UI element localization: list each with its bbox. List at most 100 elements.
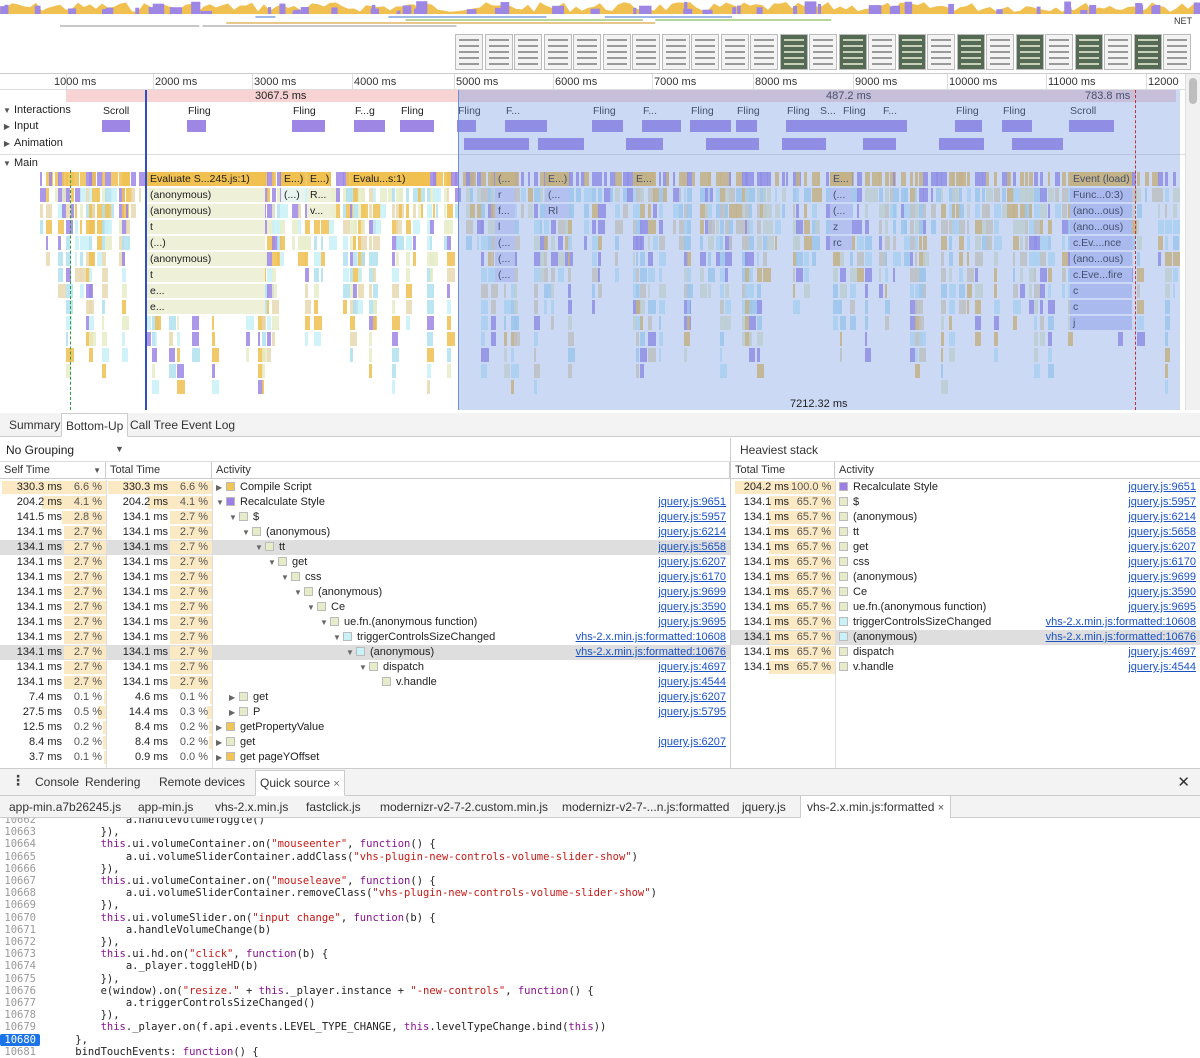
interaction-label[interactable]: Fling [185, 104, 211, 118]
table-row[interactable]: 134.1 ms 2.7 % 134.1 ms 2.7 % ▼ (anonymous) jq… [0, 585, 730, 600]
file-tab[interactable]: fastclick.js [306, 796, 361, 818]
screenshot-thumbnail[interactable] [1045, 34, 1073, 70]
source-link[interactable]: jquery.js:6207 [1036, 540, 1196, 555]
screenshot-thumbnail[interactable] [484, 34, 513, 70]
dropdown-arrow-icon[interactable]: ▼ [115, 444, 124, 454]
screenshot-thumbnail[interactable] [1015, 34, 1044, 70]
flame-scrollbar[interactable] [1185, 74, 1200, 410]
screenshot-thumbnail[interactable] [543, 34, 572, 70]
code-line[interactable]: 10665 a.ui.volumeSliderContainer.addClas… [0, 851, 1200, 863]
table-row[interactable]: 134.1 ms 2.7 % 134.1 ms 2.7 % v.handle jquery… [0, 675, 730, 690]
track-main[interactable]: ▼ Main [0, 157, 38, 169]
line-number[interactable]: 10666 [0, 863, 40, 875]
table-row[interactable]: 134.1 ms 65.7 % $ jquery.js:5957 [731, 495, 1200, 510]
line-number[interactable]: 10667 [0, 875, 40, 887]
screenshot-thumbnail[interactable] [1104, 34, 1132, 70]
flame-chart[interactable]: 3067.5 ms 487.2 ms 783.8 ms ▼ Interaction… [0, 90, 1185, 410]
code-line[interactable]: 10681 bindTouchEvents: function() { [0, 1046, 1200, 1058]
table-row[interactable]: 134.1 ms 2.7 % 134.1 ms 2.7 % ▼ Ce jquery.js:3… [0, 600, 730, 615]
code-line[interactable]: 10662 a.handleVolumeToggle() [0, 818, 1200, 826]
tree-toggle-icon[interactable]: ▶ [216, 750, 226, 765]
flame-call-frame[interactable]: v... [307, 204, 331, 218]
time-ruler[interactable]: 1000 ms 2000 ms 3000 ms 4000 ms 5000 ms … [0, 74, 1185, 90]
source-link[interactable]: jquery.js:9651 [526, 495, 726, 510]
tree-toggle-icon[interactable]: ▼ [242, 525, 252, 540]
file-tab[interactable]: vhs-2.x.min.js [215, 796, 288, 818]
screenshot-thumbnail[interactable] [1074, 34, 1103, 70]
screenshot-thumbnail[interactable] [750, 34, 778, 70]
flame-call-frame[interactable]: (...) [281, 188, 305, 202]
source-link[interactable]: jquery.js:5957 [1036, 495, 1196, 510]
tree-toggle-icon[interactable]: ▼ [346, 645, 356, 660]
input-event[interactable] [102, 120, 130, 132]
code-line[interactable]: 10677 a.triggerControlsSizeChanged() [0, 997, 1200, 1009]
flame-call-frame[interactable]: (...) [147, 236, 265, 250]
flame-call-frame[interactable]: E...) [307, 172, 331, 186]
file-tab[interactable]: modernizr-v2-7-2.custom.min.js [380, 796, 548, 818]
flame-call-frame[interactable]: (anonymous) [147, 252, 265, 266]
line-number[interactable]: 10672 [0, 936, 40, 948]
code-line[interactable]: 10666 }), [0, 863, 1200, 875]
screenshot-thumbnail[interactable] [1133, 34, 1162, 70]
source-link[interactable]: jquery.js:6207 [526, 735, 726, 750]
code-line[interactable]: 10663 }), [0, 826, 1200, 838]
tree-toggle-icon[interactable]: ▼ [229, 510, 239, 525]
line-number[interactable]: 10674 [0, 960, 40, 972]
grouping-select[interactable]: No Grouping [6, 443, 74, 457]
code-line[interactable]: 10672 }), [0, 936, 1200, 948]
code-line[interactable]: 10679 this._player.on(f.api.events.LEVEL… [0, 1021, 1200, 1033]
table-row[interactable]: 134.1 ms 65.7 % v.handle jquery.js:4544 [731, 660, 1200, 675]
source-link[interactable]: jquery.js:4697 [1036, 645, 1196, 660]
code-line[interactable]: 10670 this.ui.volumeSlider.on("input cha… [0, 912, 1200, 924]
file-tab[interactable]: jquery.js [742, 796, 786, 818]
code-line[interactable]: 10668 a.ui.volumeSliderContainer.removeC… [0, 887, 1200, 899]
screenshot-thumbnail[interactable] [602, 34, 631, 70]
source-link[interactable]: jquery.js:6170 [1036, 555, 1196, 570]
table-row[interactable]: 134.1 ms 2.7 % 134.1 ms 2.7 % ▼ get jquery.js:… [0, 555, 730, 570]
table-row[interactable]: 7.4 ms 0.1 % 4.6 ms 0.1 % ▶ get jquery.js:6207 [0, 690, 730, 705]
source-link[interactable]: jquery.js:6207 [526, 555, 726, 570]
file-tab[interactable]: app-min.js [138, 796, 193, 818]
table-row[interactable]: 204.2 ms 100.0 % Recalculate Style jquery.j… [731, 480, 1200, 495]
line-number[interactable]: 10662 [0, 818, 40, 826]
table-row[interactable]: 134.1 ms 65.7 % (anonymous) jquery.js:6214 [731, 510, 1200, 525]
heavy-col-activity[interactable]: Activity [835, 462, 1200, 479]
flame-call-frame[interactable]: R... [307, 188, 331, 202]
code-line[interactable]: 10664 this.ui.volumeContainer.on("mousee… [0, 838, 1200, 850]
table-row[interactable]: 141.5 ms 2.8 % 134.1 ms 2.7 % ▼ $ jquery.js:59… [0, 510, 730, 525]
line-number[interactable]: 10679 [0, 1021, 40, 1033]
source-link[interactable]: jquery.js:9699 [1036, 570, 1196, 585]
source-link[interactable]: jquery.js:4544 [526, 675, 726, 690]
flame-call-frame[interactable]: e... [147, 284, 265, 298]
interaction-label[interactable]: Scroll [100, 104, 129, 118]
table-row[interactable]: 8.4 ms 0.2 % 8.4 ms 0.2 % ▶ get jquery.js:6207 [0, 735, 730, 750]
screenshot-thumbnail[interactable] [1163, 34, 1191, 70]
drawer-tab-console[interactable]: Console [31, 770, 83, 794]
screenshot-thumbnail[interactable] [809, 34, 837, 70]
tree-toggle-icon[interactable]: ▼ [294, 585, 304, 600]
tab-bottom-up[interactable]: Bottom-Up [61, 413, 129, 437]
line-number[interactable]: 10669 [0, 899, 40, 911]
table-row[interactable]: 134.1 ms 2.7 % 134.1 ms 2.7 % ▼ triggerContro… [0, 630, 730, 645]
source-code-editor[interactable]: 10662 a.handleVolumeToggle() 10663 }), 106… [0, 818, 1200, 1058]
line-number[interactable]: 10673 [0, 948, 40, 960]
tree-toggle-icon[interactable]: ▶ [216, 480, 226, 495]
source-link[interactable]: jquery.js:6214 [526, 525, 726, 540]
col-self-time[interactable]: Self Time ▼ [0, 462, 106, 479]
file-tab-active[interactable]: vhs-2.x.min.js:formatted × [800, 796, 952, 818]
tree-toggle-icon[interactable]: ▼ [307, 600, 317, 615]
screenshot-thumbnail[interactable] [986, 34, 1014, 70]
table-row[interactable]: 27.5 ms 0.5 % 14.4 ms 0.3 % ▶ Pjquery.js:5795 [0, 705, 730, 720]
close-drawer-icon[interactable]: ✕ [1177, 773, 1190, 791]
table-row[interactable]: 134.1 ms 2.7 % 134.1 ms 2.7 % ▼ (anonymous) vh… [0, 645, 730, 660]
interaction-label[interactable]: Fling [290, 104, 316, 118]
tree-toggle-icon[interactable]: ▶ [229, 690, 239, 705]
flame-call-frame[interactable]: t [147, 268, 265, 282]
source-link[interactable]: jquery.js:6170 [526, 570, 726, 585]
source-link[interactable]: vhs-2.x.min.js:formatted:10608 [526, 630, 726, 645]
tree-toggle-icon[interactable]: ▼ [320, 615, 330, 630]
source-link[interactable]: jquery.js:9695 [526, 615, 726, 630]
code-line[interactable]: 10674 a._player.toggleHD(b) [0, 960, 1200, 972]
timeline-overview[interactable]: NET [0, 0, 1200, 74]
table-row[interactable]: 134.1 ms 65.7 % (anonymous) vhs-2.x.min.js:… [731, 630, 1200, 645]
